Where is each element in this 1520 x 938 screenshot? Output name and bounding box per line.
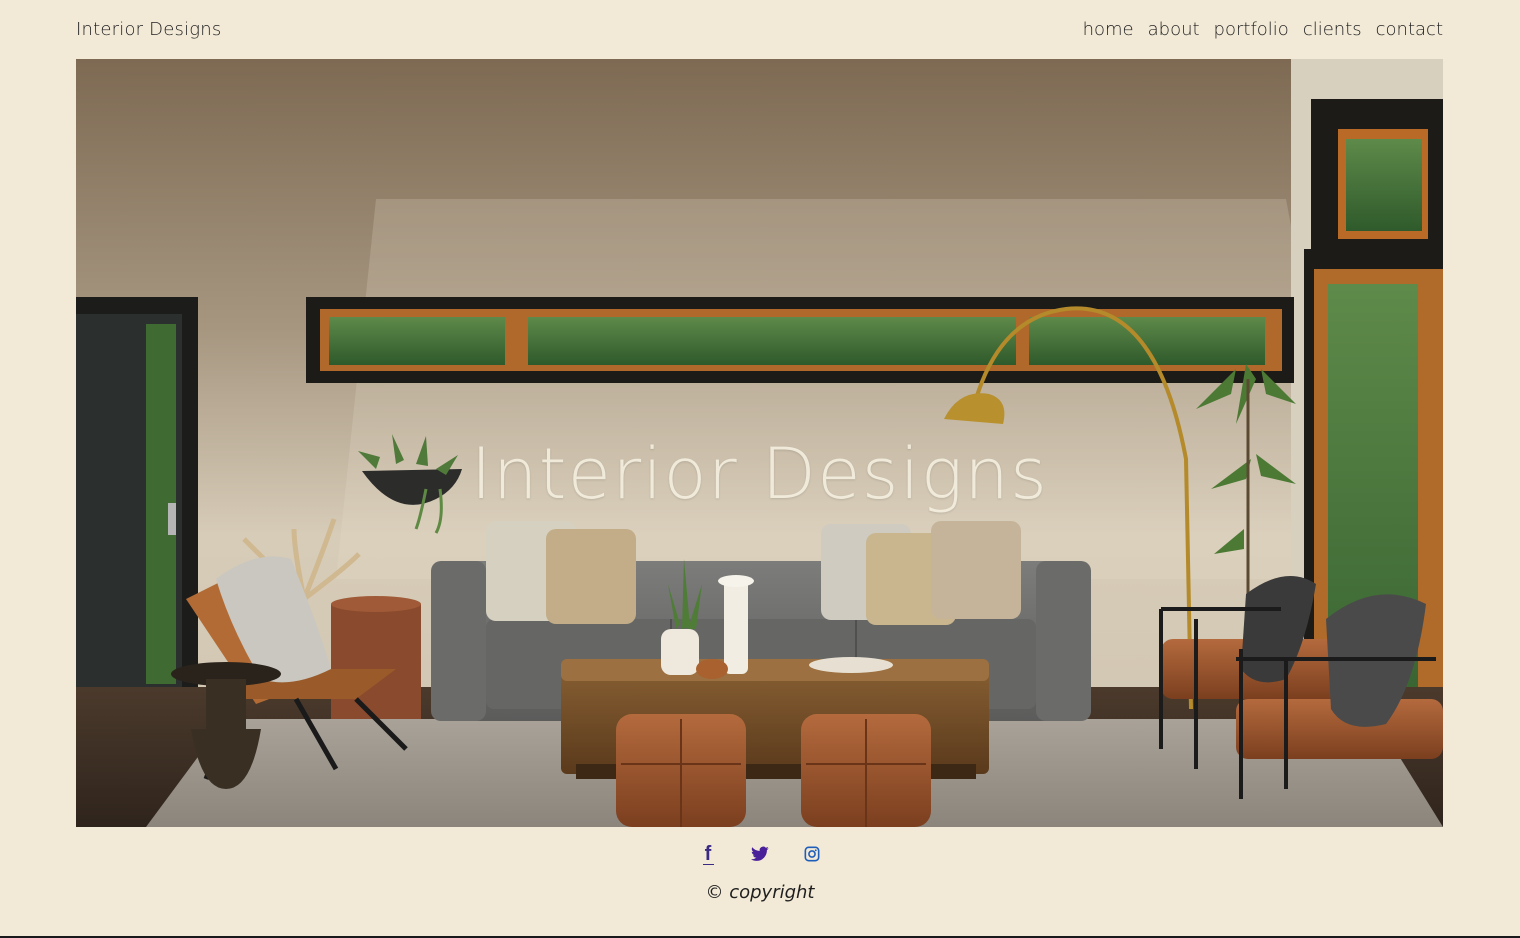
nav-link-clients[interactable]: clients [1303, 19, 1362, 40]
nav-link-contact[interactable]: contact [1376, 19, 1443, 40]
top-bar: Interior Designs home about portfolio cl… [76, 0, 1443, 59]
copyright-text: © copyright [705, 882, 815, 903]
nav-link-home[interactable]: home [1083, 19, 1134, 40]
facebook-link[interactable]: f [698, 844, 718, 865]
facebook-icon: f [702, 844, 714, 865]
nav-link-portfolio[interactable]: portfolio [1214, 19, 1289, 40]
twitter-link[interactable] [750, 844, 770, 864]
hero-banner: Interior Designs [76, 59, 1443, 827]
social-links: f [0, 844, 1520, 865]
main-nav: home about portfolio clients contact [1083, 19, 1443, 40]
nav-link-about[interactable]: about [1148, 19, 1200, 40]
hero-title: Interior Designs [470, 433, 1049, 515]
twitter-icon [751, 846, 769, 861]
instagram-icon [804, 846, 820, 862]
site-brand[interactable]: Interior Designs [76, 19, 222, 40]
instagram-link[interactable] [802, 844, 822, 864]
